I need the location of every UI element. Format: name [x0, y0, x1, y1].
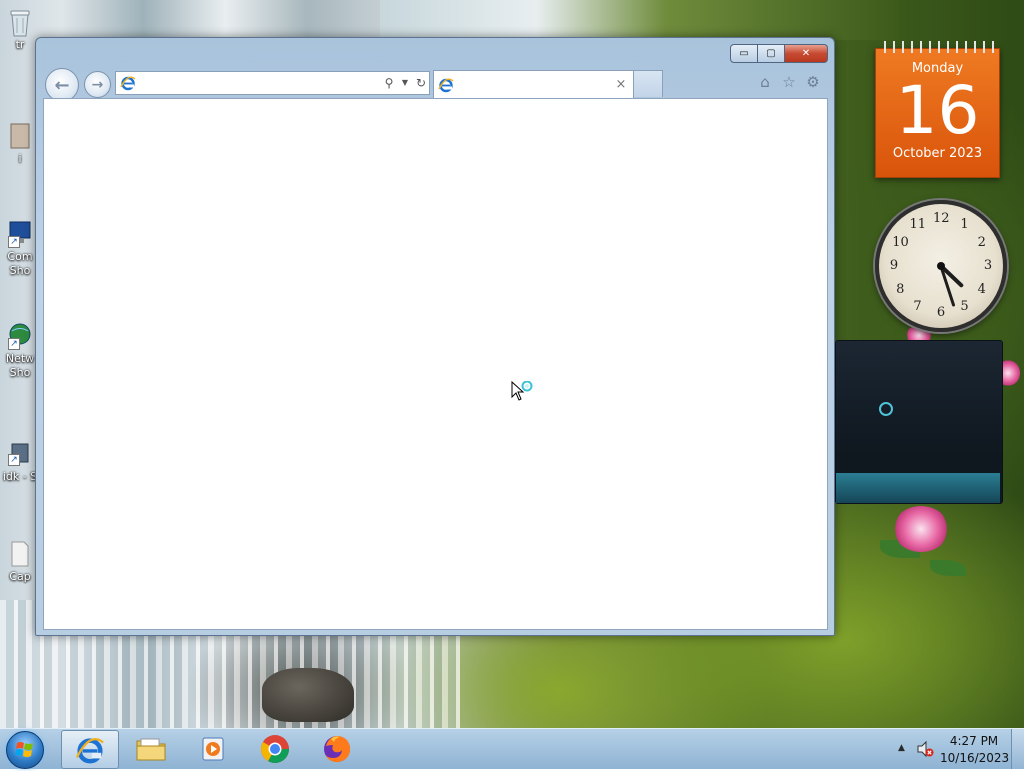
start-button[interactable] [6, 731, 44, 769]
back-button[interactable]: ← [45, 68, 79, 102]
address-input[interactable] [136, 74, 381, 92]
show-desktop-button[interactable] [1011, 729, 1024, 769]
desktop-icon-user[interactable]: i [0, 122, 40, 166]
taskbar-clock-time[interactable]: 4:27 PM [940, 734, 1008, 748]
command-icons: ⌂ ☆ ⚙ [756, 73, 822, 91]
ie-tab-icon [438, 78, 454, 92]
calendar-gadget[interactable]: Monday 16 October 2023 [875, 41, 1000, 178]
search-icon[interactable]: ⚲ [381, 75, 397, 91]
tab-close-icon[interactable]: × [613, 77, 629, 92]
taskbar: ▲ 4:27 PM 10/16/2023 [0, 728, 1024, 769]
speaker-muted-icon[interactable] [916, 740, 934, 758]
calendar-rings [880, 41, 995, 53]
clock-center [937, 262, 945, 270]
clock-numeral: 7 [913, 298, 922, 314]
refresh-icon[interactable]: ↻ [413, 75, 429, 91]
shortcut-arrow-icon: ↗ [8, 236, 20, 248]
clock-gadget[interactable]: 12 1 2 3 4 5 6 7 8 9 10 11 [875, 200, 1007, 332]
calendar-month-year: October 2023 [892, 146, 983, 161]
taskbar-media-player[interactable] [185, 730, 241, 767]
recycle-bin-icon [8, 8, 32, 37]
desktop-icon-computer-shortcut[interactable]: ↗ Com Sho [0, 220, 40, 278]
home-icon[interactable]: ⌂ [756, 73, 774, 91]
computer-icon: ↗ [8, 220, 32, 248]
wallpaper-rock [262, 668, 354, 722]
taskbar-clock-date[interactable]: 10/16/2023 [940, 751, 1009, 765]
file-icon [8, 122, 32, 150]
calendar-day-number: 16 [895, 72, 980, 149]
close-icon: ✕ [801, 48, 811, 59]
back-arrow-icon: ← [54, 74, 70, 96]
windows-logo-icon [15, 742, 33, 757]
page-content-area[interactable] [43, 98, 828, 630]
firefox-icon [324, 735, 351, 762]
forward-arrow-icon: → [91, 76, 104, 93]
busy-cursor-icon [511, 380, 535, 405]
folder-icon [136, 738, 166, 760]
file-icon [8, 540, 32, 568]
desktop-icon-label: i [18, 152, 22, 165]
wallpaper-leaf [930, 560, 966, 576]
maximize-icon: ▢ [766, 48, 776, 59]
shortcut-icon: ↗ [8, 440, 32, 468]
desktop-icon-label: Netw Sho [5, 352, 35, 379]
shortcut-arrow-icon: ↗ [8, 338, 20, 350]
media-player-icon [202, 737, 224, 760]
taskbar-windows-explorer[interactable] [123, 730, 179, 767]
internet-explorer-window[interactable]: ▭ ▢ ✕ ← → ⚲ ▼ ↻ × ⌂ ☆ ⚙ [35, 37, 835, 636]
favorites-star-icon[interactable]: ☆ [780, 73, 798, 91]
desktop-icon-label: Cap [9, 570, 31, 583]
window-controls: ▭ ▢ ✕ [730, 44, 828, 63]
shortcut-arrow-icon: ↗ [8, 454, 20, 466]
chrome-icon [261, 734, 289, 763]
wallpaper-moss [380, 0, 900, 40]
dropdown-arrow-icon[interactable]: ▼ [397, 75, 413, 91]
tab-blank[interactable]: × [433, 70, 634, 98]
ie-page-icon [120, 76, 136, 91]
clock-numeral: 10 [892, 234, 909, 250]
loading-spinner-icon [879, 402, 893, 416]
clock-numeral: 2 [977, 234, 986, 250]
wallpaper-flower [893, 506, 949, 552]
clock-numeral: 6 [936, 305, 946, 320]
desktop-icon-label: idk - S [2, 470, 38, 483]
desktop-icon-label: tr [15, 38, 25, 51]
clock-numeral: 5 [960, 298, 969, 314]
taskbar-internet-explorer[interactable] [61, 730, 119, 769]
desktop-icon-capture[interactable]: Cap [0, 540, 40, 584]
maximize-button[interactable]: ▢ [758, 44, 785, 63]
clock-numeral: 12 [933, 211, 950, 226]
close-button[interactable]: ✕ [785, 44, 828, 63]
desktop-icon-recycle-bin[interactable]: tr [0, 8, 40, 52]
media-gadget[interactable] [835, 340, 1003, 504]
new-tab-button[interactable] [633, 70, 663, 97]
clock-numeral: 3 [983, 258, 993, 273]
address-bar[interactable]: ⚲ ▼ ↻ [115, 71, 430, 95]
clock-numeral: 4 [977, 281, 986, 297]
desktop-icon-label: Com Sho [7, 250, 33, 277]
minimize-button[interactable]: ▭ [730, 44, 758, 63]
taskbar-google-chrome[interactable] [247, 730, 303, 767]
media-gadget-bar [836, 473, 1000, 503]
taskbar-firefox[interactable] [309, 730, 365, 767]
internet-explorer-icon [75, 737, 104, 763]
clock-numeral: 11 [909, 217, 927, 233]
minimize-icon: ▭ [739, 48, 749, 59]
globe-icon: ↗ [8, 322, 32, 350]
desktop-icon-idk-shortcut[interactable]: ↗ idk - S [0, 440, 40, 484]
clock-numeral: 8 [896, 281, 905, 297]
tools-gear-icon[interactable]: ⚙ [804, 73, 822, 91]
clock-numeral: 1 [960, 217, 969, 233]
forward-button[interactable]: → [84, 71, 111, 98]
clock-numeral: 9 [889, 258, 899, 273]
desktop-icon-network-shortcut[interactable]: ↗ Netw Sho [0, 322, 40, 380]
show-hidden-icons-icon[interactable]: ▲ [898, 743, 905, 753]
